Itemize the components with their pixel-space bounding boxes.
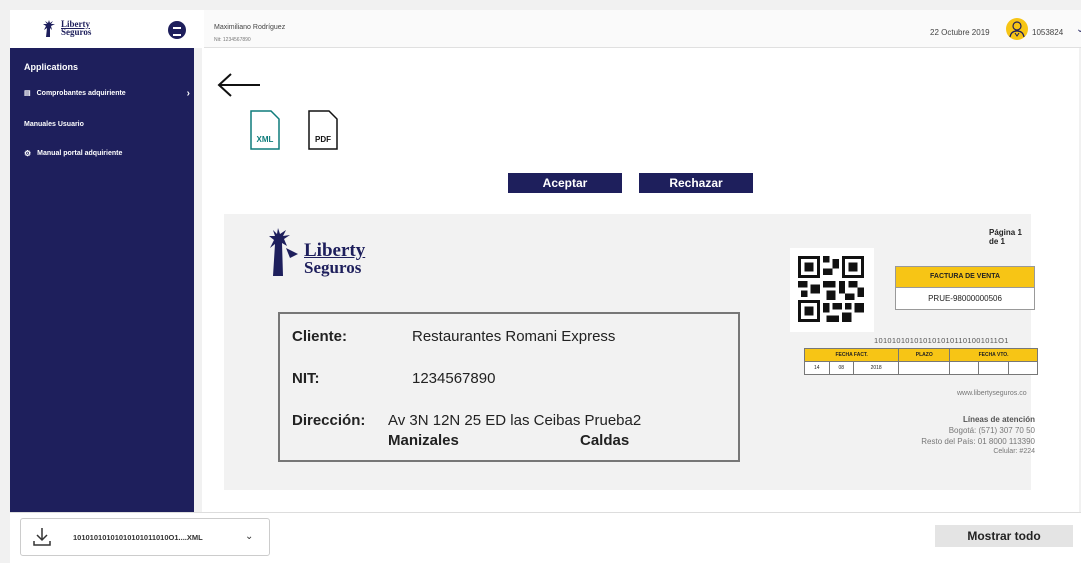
sidebar-item-label: Comprobantes adquiriente: [36, 89, 126, 97]
direccion-label: Dirección:: [292, 412, 366, 429]
logo-line2: Seguros: [304, 258, 362, 277]
header-logo-area: Liberty Seguros: [10, 10, 204, 48]
table-cell: [1007, 361, 1039, 375]
pdf-label: PDF: [315, 135, 331, 144]
table-cell: [898, 361, 951, 375]
sidebar-item-manual-portal[interactable]: ⚙ Manual portal adquiriente: [24, 145, 190, 161]
download-item[interactable]: 10101010101010101011010O1....XML ⌄: [20, 518, 270, 556]
qr-code-icon: [798, 256, 864, 322]
department-value: Caldas: [580, 432, 630, 449]
qr-code: [790, 248, 874, 332]
invoice-type-header: FACTURA DE VENTA: [895, 266, 1035, 288]
attention-line-resto: Resto del País: 01 8000 113390: [921, 437, 1035, 446]
table-cell: 2018: [852, 361, 900, 375]
liberty-logo: Liberty Seguros: [268, 226, 388, 284]
accept-button[interactable]: Aceptar: [508, 173, 622, 193]
user-icon: [1009, 21, 1025, 38]
sidebar-heading-applications: Applications: [24, 62, 79, 72]
cliente-label: Cliente:: [292, 328, 348, 345]
city-value: Manizales: [388, 432, 459, 449]
sidebar: Applications ▤ Comprobantes adquiriente …: [10, 48, 194, 512]
table-cell: 14: [804, 361, 830, 375]
invoice-preview: Liberty Seguros Página 1 de 1 Cliente: R…: [224, 214, 1039, 490]
client-info-box: Cliente: Restaurantes Romani Express NIT…: [278, 312, 740, 462]
download-bar: 10101010101010101011010O1....XML ⌄ Mostr…: [10, 512, 1081, 563]
chevron-right-icon: ›: [186, 87, 190, 99]
direccion-value: Av 3N 12N 25 ED las Ceibas Prueba2: [388, 412, 642, 429]
chevron-down-icon[interactable]: ⌄: [1076, 24, 1081, 35]
top-header: Liberty Seguros Maximiliano Rodríguez Ni…: [10, 10, 1081, 48]
fecha-fact-header: FECHA FACT.: [803, 348, 900, 362]
dates-table: FECHA FACT. PLAZO FECHA VTO. 14 08 2018: [803, 348, 1039, 375]
statue-of-liberty-icon: [43, 20, 55, 37]
show-all-button[interactable]: Mostrar todo: [935, 525, 1073, 547]
download-icon: [33, 528, 51, 546]
nit-value: 1234567890: [412, 370, 496, 387]
attention-line-bogota: Bogotá: (571) 307 70 50: [948, 426, 1035, 435]
fecha-vto-header: FECHA VTO.: [949, 348, 1038, 362]
attention-title: Líneas de atención: [962, 415, 1035, 424]
liberty-logo-small[interactable]: Liberty Seguros: [40, 18, 91, 38]
document-icon: ▤: [24, 90, 31, 97]
sidebar-heading-manuales: Manuales Usuario: [24, 121, 84, 128]
table-cell: 08: [828, 361, 854, 375]
table-cell: [978, 361, 1009, 375]
gears-icon: ⚙: [24, 148, 32, 158]
sidebar-item-label: Manual portal adquiriente: [37, 149, 123, 157]
xml-file-icon: [250, 110, 280, 150]
invoice-number: PRUE-98000000506: [895, 288, 1035, 310]
pdf-download-button[interactable]: PDF: [308, 110, 338, 150]
header-date: 22 Octubre 2019: [930, 28, 990, 37]
plazo-header: PLAZO: [898, 348, 951, 362]
reject-button[interactable]: Rechazar: [639, 173, 753, 193]
page-number: Página 1 de 1: [989, 228, 1022, 246]
logo-small-line2: Seguros: [61, 27, 92, 37]
user-nit: Nit: 1234567890: [214, 37, 251, 43]
website-link: www.libertyseguros.co: [957, 390, 1027, 397]
main-content: XML PDF Aceptar Rechazar Liberty Seguros…: [202, 48, 1079, 512]
cliente-value: Restaurantes Romani Express: [412, 328, 616, 345]
nit-label: NIT:: [292, 370, 320, 387]
back-arrow-icon[interactable]: [216, 72, 262, 98]
download-file-name: 10101010101010101011010O1....XML: [73, 533, 203, 542]
avatar[interactable]: [1006, 18, 1028, 40]
menu-toggle-button[interactable]: [168, 21, 186, 39]
user-name: Maximiliano Rodríguez: [214, 24, 286, 31]
chevron-down-icon[interactable]: ⌄: [245, 531, 253, 542]
xml-download-button[interactable]: XML: [250, 110, 280, 150]
sidebar-item-comprobantes[interactable]: ▤ Comprobantes adquiriente ›: [24, 85, 190, 101]
xml-label: XML: [256, 135, 274, 144]
pdf-file-icon: [308, 110, 338, 150]
user-id: 1053824: [1032, 28, 1064, 37]
barcode-text: 1010101010101010101101001011O1: [874, 336, 1009, 345]
statue-of-liberty-icon: [269, 228, 298, 276]
table-cell: [949, 361, 980, 375]
attention-line-celular: Celular: #224: [993, 448, 1035, 455]
